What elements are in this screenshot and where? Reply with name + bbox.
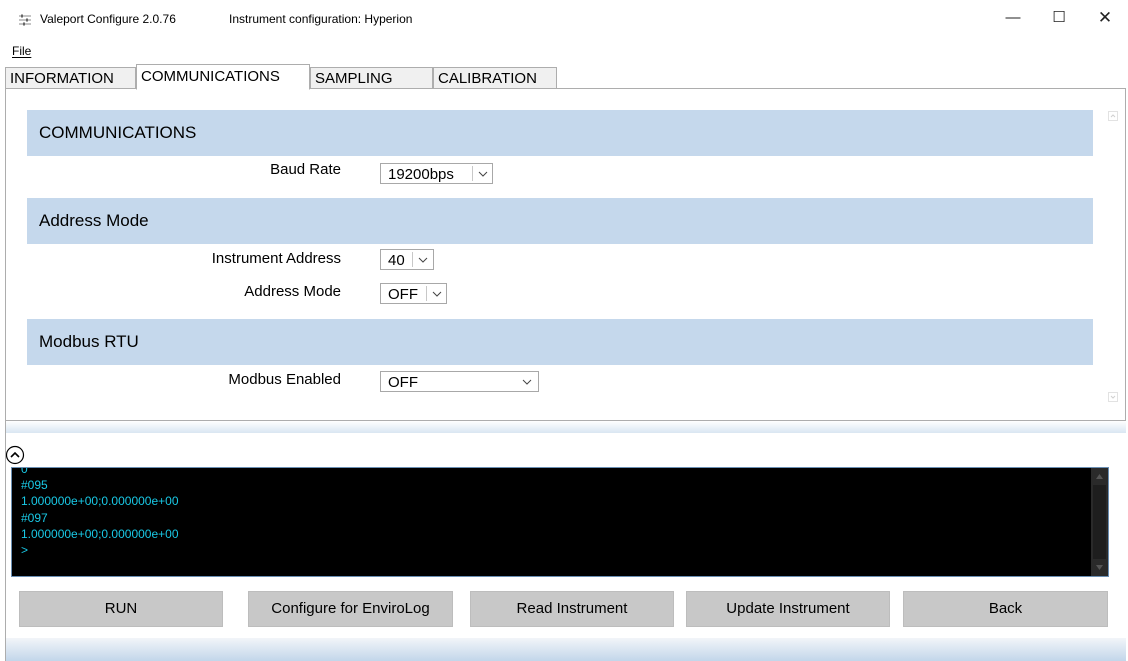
console-line: #095	[21, 478, 48, 493]
tab-communications[interactable]: COMMUNICATIONS	[136, 64, 310, 90]
run-button[interactable]: RUN	[19, 591, 223, 627]
modbus-enabled-label: Modbus Enabled	[228, 371, 341, 388]
communications-panel: COMMUNICATIONS Baud Rate 19200bps Addres…	[5, 88, 1126, 421]
chevron-down-icon	[432, 291, 442, 297]
back-button[interactable]: Back	[903, 591, 1108, 627]
configure-envirolog-button[interactable]: Configure for EnviroLog	[248, 591, 453, 627]
instrument-address-label: Instrument Address	[211, 250, 341, 267]
console-line: 0	[21, 467, 28, 476]
update-instrument-button[interactable]: Update Instrument	[686, 591, 890, 627]
console-scroll-thumb[interactable]	[1093, 485, 1106, 559]
status-strip	[5, 638, 1126, 661]
modbus-enabled-select[interactable]: OFF	[380, 371, 539, 392]
section-address-mode: Address Mode	[27, 198, 1093, 244]
title-bar: Valeport Configure 2.0.76 Instrument con…	[0, 0, 1128, 40]
tab-strip: INFORMATION COMMUNICATIONS SAMPLING CALI…	[0, 60, 1128, 90]
console-line: #097	[21, 510, 48, 525]
section-title: Address Mode	[39, 211, 149, 230]
address-mode-label: Address Mode	[244, 283, 341, 300]
tab-calibration[interactable]: CALIBRATION	[433, 67, 557, 88]
close-button[interactable]: ✕	[1082, 0, 1128, 36]
console-line: 1.000000e+00;0.000000e+00	[21, 526, 179, 541]
maximize-button[interactable]: ☐	[1036, 0, 1082, 36]
splitter[interactable]	[5, 421, 1126, 433]
baud-rate-select[interactable]: 19200bps	[380, 163, 493, 184]
console-line: 1.000000e+00;0.000000e+00	[21, 494, 179, 509]
tab-sampling[interactable]: SAMPLING	[310, 67, 433, 88]
menu-bar: File	[0, 42, 1128, 60]
app-icon	[19, 14, 31, 26]
address-mode-value: OFF	[388, 286, 418, 303]
section-modbus-rtu: Modbus RTU	[27, 319, 1093, 365]
terminal-console[interactable]: 0 #095 1.000000e+00;0.000000e+00 #097 1.…	[11, 467, 1109, 577]
collapse-chevron-icon[interactable]	[5, 445, 25, 465]
instrument-address-value: 40	[388, 252, 405, 269]
scroll-up-icon[interactable]	[1094, 471, 1105, 482]
baud-rate-label: Baud Rate	[270, 161, 341, 178]
window-subtitle: Instrument configuration: Hyperion	[229, 12, 413, 26]
section-title: Modbus RTU	[39, 332, 139, 351]
modbus-enabled-value: OFF	[388, 374, 418, 391]
baud-rate-value: 19200bps	[388, 166, 454, 183]
app-title: Valeport Configure 2.0.76	[40, 12, 176, 26]
menu-file[interactable]: File	[12, 44, 31, 58]
chevron-down-icon	[418, 257, 428, 263]
console-scrollbar[interactable]	[1091, 468, 1108, 576]
chevron-down-icon	[478, 171, 488, 177]
address-mode-select[interactable]: OFF	[380, 283, 447, 304]
console-output: 0 #095 1.000000e+00;0.000000e+00 #097 1.…	[21, 467, 1081, 558]
window-border	[5, 88, 6, 661]
section-title: COMMUNICATIONS	[39, 123, 197, 142]
scroll-down-icon[interactable]	[1094, 562, 1105, 573]
chevron-down-icon	[522, 379, 532, 385]
read-instrument-button[interactable]: Read Instrument	[470, 591, 674, 627]
tab-information[interactable]: INFORMATION	[5, 67, 136, 88]
minimize-button[interactable]: —	[990, 0, 1036, 36]
instrument-address-select[interactable]: 40	[380, 249, 434, 270]
scroll-up-icon[interactable]	[1108, 111, 1118, 121]
scroll-down-icon[interactable]	[1108, 392, 1118, 402]
console-line: >	[21, 543, 29, 558]
section-communications: COMMUNICATIONS	[27, 110, 1093, 156]
